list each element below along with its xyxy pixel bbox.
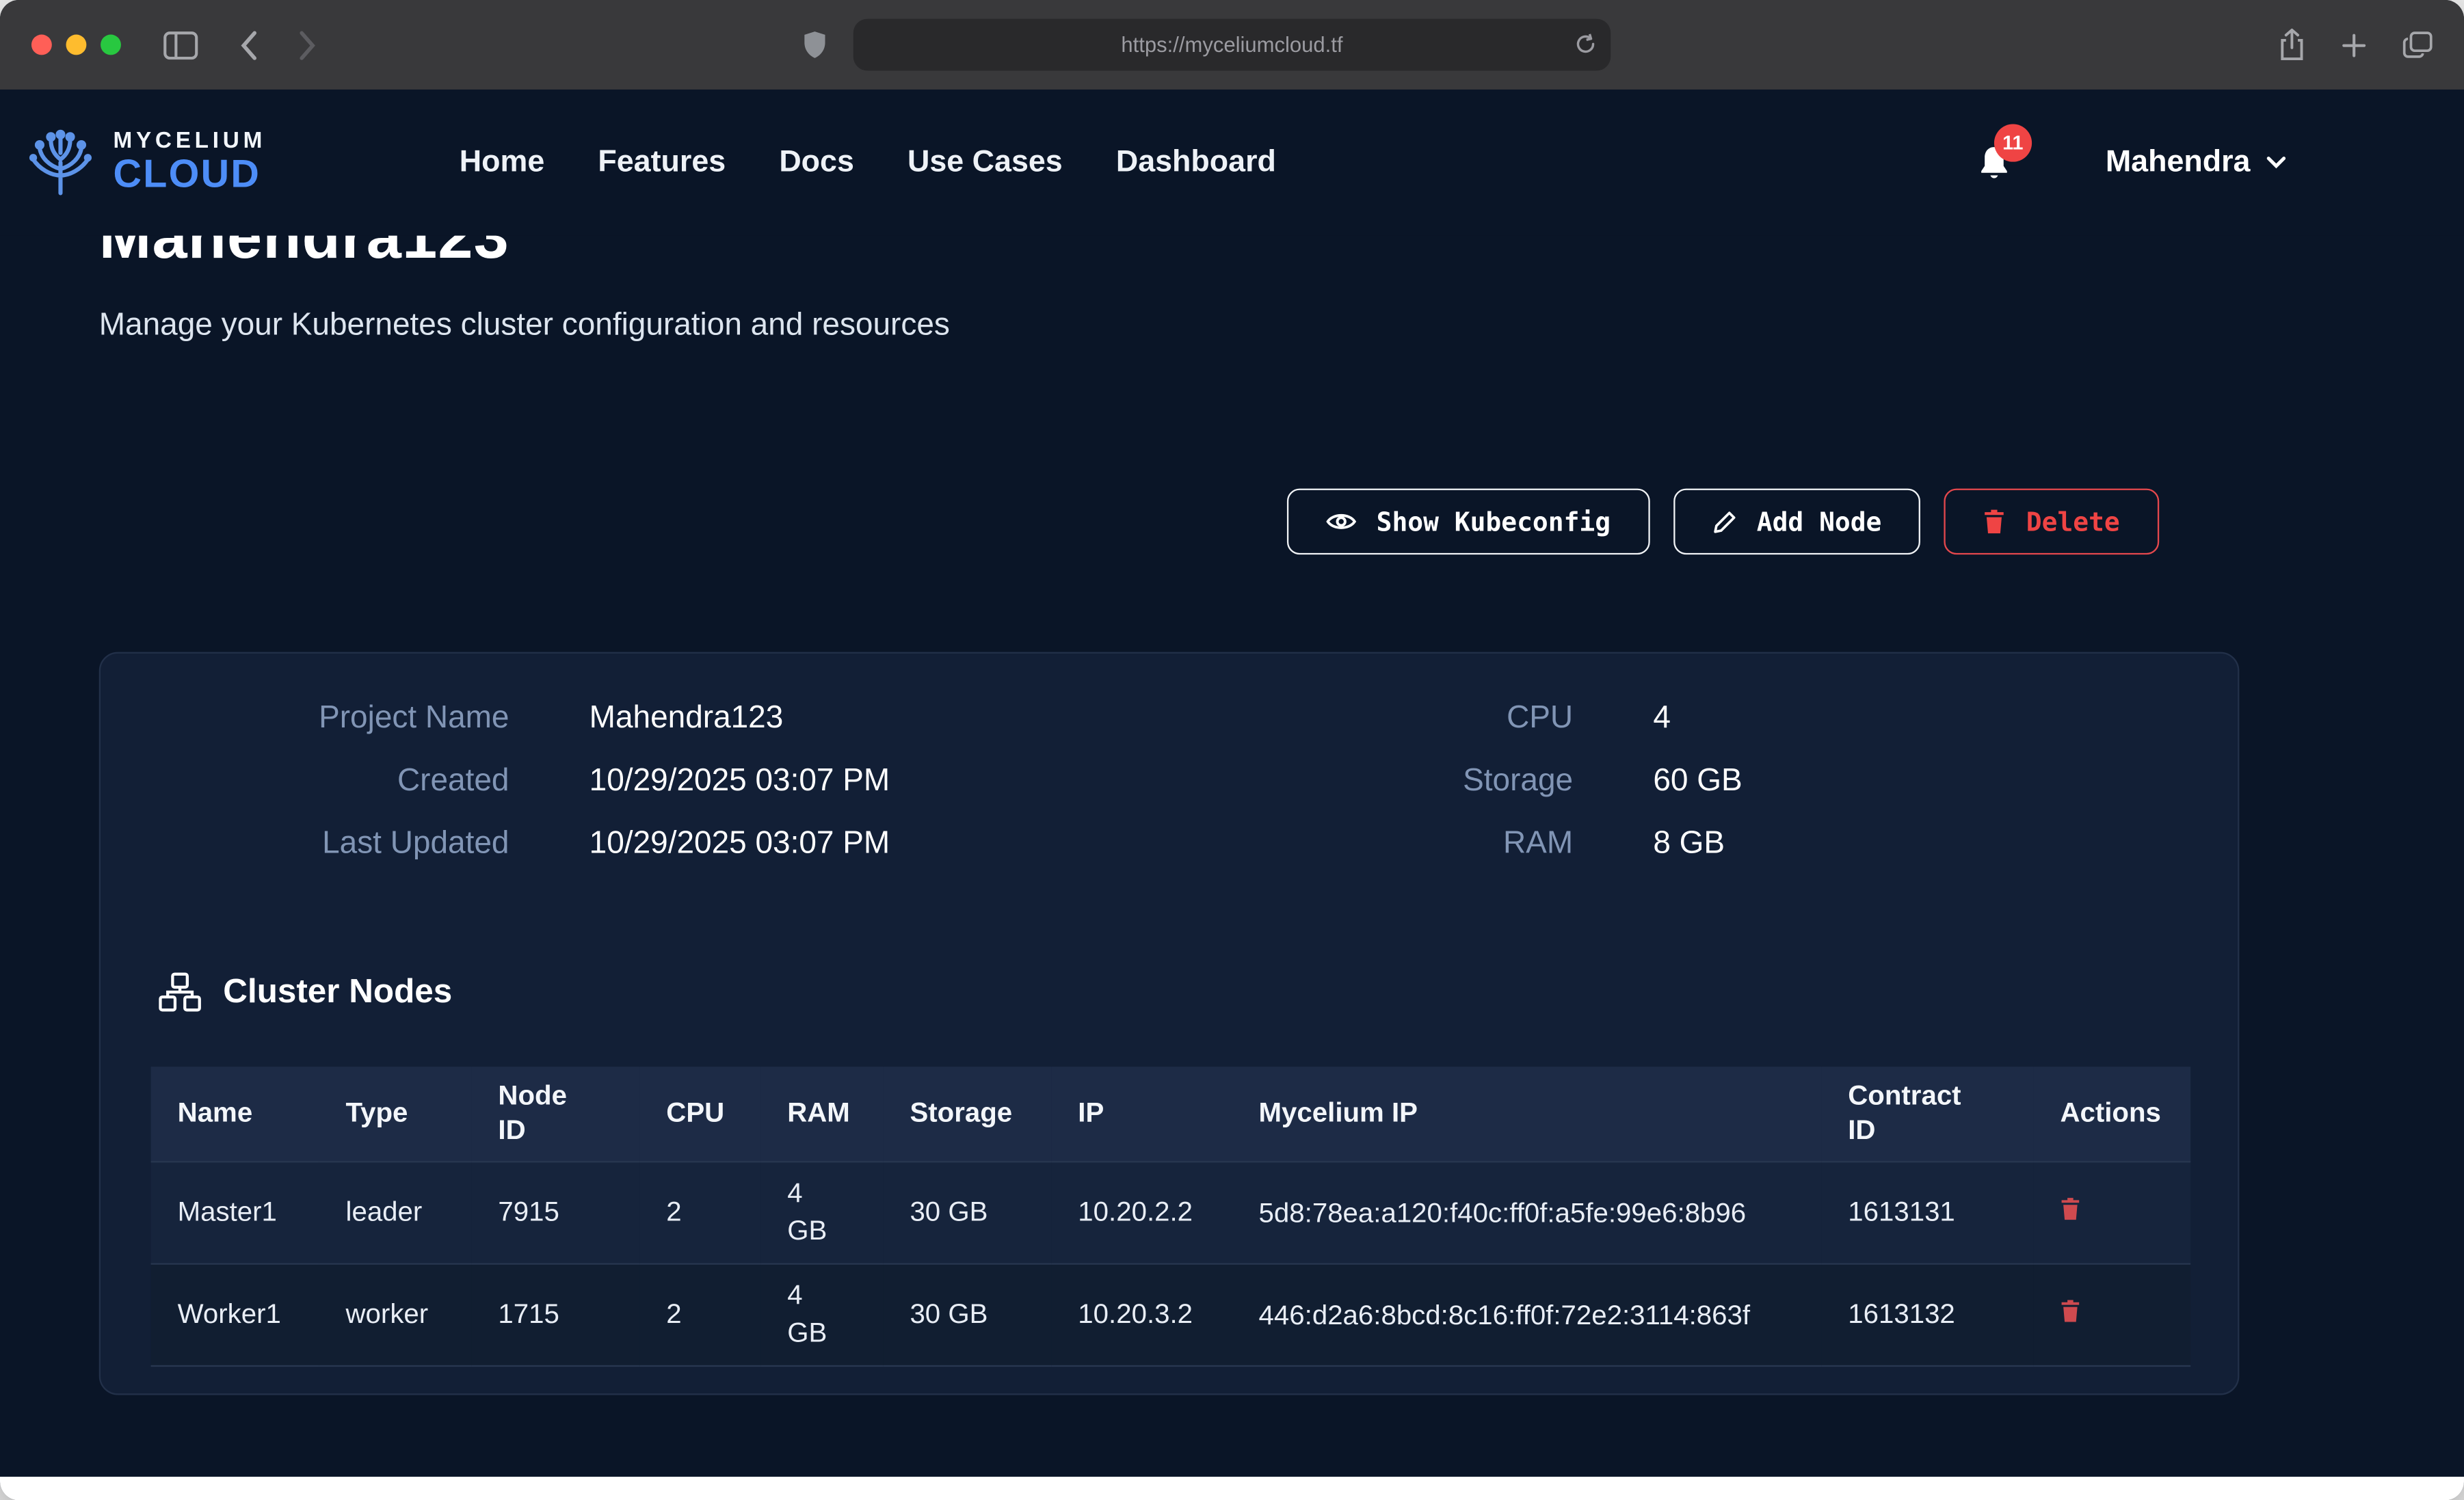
cell-node-id: 7915 <box>471 1162 639 1263</box>
nodes-table: Name Type Node ID CPU RAM Storage IP Myc… <box>151 1067 2191 1366</box>
url-text: https://myceliumcloud.tf <box>1121 33 1342 56</box>
created-value: 10/29/2025 03:07 PM <box>589 764 890 800</box>
cell-cpu: 2 <box>639 1162 760 1263</box>
col-header-storage: Storage <box>883 1067 1051 1161</box>
cell-contract-id: 1613132 <box>1821 1263 2033 1365</box>
page-subtitle: Manage your Kubernetes cluster configura… <box>99 308 950 344</box>
window-controls <box>31 35 121 55</box>
logo-text-mycelium: MYCELIUM <box>113 130 266 152</box>
cluster-nodes-heading: Cluster Nodes <box>159 972 452 1011</box>
browser-chrome: https://myceliumcloud.tf <box>0 0 2464 91</box>
table-row: Worker1 worker 1715 2 4 GB 30 GB 10.20.3… <box>151 1263 2191 1365</box>
delete-node-icon[interactable] <box>2060 1300 2080 1323</box>
user-name: Mahendra <box>2106 144 2251 180</box>
cpu-value: 4 <box>1653 701 1742 737</box>
cell-ram: 4 GB <box>760 1162 883 1263</box>
cluster-details-card: Project Name Mahendra123 Created 10/29/2… <box>99 652 2240 1395</box>
chevron-down-icon <box>2266 155 2286 170</box>
mycelium-tree-icon <box>23 127 97 198</box>
add-node-button[interactable]: Add Node <box>1673 489 1921 555</box>
eye-icon <box>1326 511 1356 533</box>
minimize-window-button[interactable] <box>66 35 87 55</box>
col-header-ip: IP <box>1051 1067 1232 1161</box>
share-icon[interactable] <box>2279 28 2305 61</box>
col-header-type: Type <box>319 1067 471 1161</box>
show-kubeconfig-button[interactable]: Show Kubeconfig <box>1287 489 1650 555</box>
resource-info: CPU 4 Storage 60 GB RAM 8 GB <box>1201 701 1743 863</box>
cell-type: worker <box>319 1263 471 1365</box>
table-header-row: Name Type Node ID CPU RAM Storage IP Myc… <box>151 1067 2191 1161</box>
nav-item-features[interactable]: Features <box>598 144 726 180</box>
sidebar-toggle-icon[interactable] <box>163 31 198 59</box>
brand-logo[interactable]: MYCELIUM CLOUD <box>23 127 266 198</box>
zoom-window-button[interactable] <box>101 35 121 55</box>
cell-actions <box>2033 1263 2190 1365</box>
col-header-contract-id: Contract ID <box>1821 1067 2033 1161</box>
col-header-node-id: Node ID <box>471 1067 639 1161</box>
last-updated-value: 10/29/2025 03:07 PM <box>589 827 890 863</box>
back-button-icon[interactable] <box>239 29 258 61</box>
col-header-actions: Actions <box>2033 1067 2190 1161</box>
url-bar[interactable]: https://myceliumcloud.tf <box>853 19 1611 71</box>
col-header-mycelium-ip: Mycelium IP <box>1232 1067 1821 1161</box>
cell-type: leader <box>319 1162 471 1263</box>
ram-value: 8 GB <box>1653 827 1742 863</box>
storage-value: 60 GB <box>1653 764 1742 800</box>
close-window-button[interactable] <box>31 35 52 55</box>
cell-storage: 30 GB <box>883 1263 1051 1365</box>
user-menu[interactable]: Mahendra <box>2106 144 2287 180</box>
cell-cpu: 2 <box>639 1263 760 1365</box>
project-name-value: Mahendra123 <box>589 701 890 737</box>
cell-ip: 10.20.3.2 <box>1051 1263 1232 1365</box>
cluster-nodes-icon <box>159 972 201 1011</box>
reload-icon[interactable] <box>1574 33 1596 55</box>
top-navigation: MYCELIUM CLOUD Home Features Docs Use Ca… <box>0 90 2464 236</box>
ram-label: RAM <box>1201 827 1574 863</box>
project-info: Project Name Mahendra123 Created 10/29/2… <box>101 701 890 863</box>
table-row: Master1 leader 7915 2 4 GB 30 GB 10.20.2… <box>151 1162 2191 1263</box>
notification-badge: 11 <box>1994 123 2032 161</box>
cell-node-id: 1715 <box>471 1263 639 1365</box>
delete-cluster-button[interactable]: Delete <box>1944 489 2159 555</box>
cell-contract-id: 1613131 <box>1821 1162 2033 1263</box>
tab-overview-icon[interactable] <box>2402 31 2433 58</box>
cell-storage: 30 GB <box>883 1162 1051 1263</box>
browser-window: https://myceliumcloud.tf Mahendra123 Man… <box>0 0 2464 1500</box>
nav-item-dashboard[interactable]: Dashboard <box>1116 144 1276 180</box>
col-header-name: Name <box>151 1067 319 1161</box>
project-name-label: Project Name <box>101 701 509 737</box>
notifications-button[interactable]: 11 <box>1976 144 2011 181</box>
nav-links: Home Features Docs Use Cases Dashboard <box>460 144 1276 180</box>
col-header-cpu: CPU <box>639 1067 760 1161</box>
forward-button-icon[interactable] <box>299 29 318 61</box>
cell-mycelium-ip: 5d8:78ea:a120:f40c:ff0f:a5fe:99e6:8b96 <box>1232 1162 1821 1263</box>
created-label: Created <box>101 764 509 800</box>
cell-mycelium-ip: 446:d2a6:8bcd:8c16:ff0f:72e2:3114:863f <box>1232 1263 1821 1365</box>
cpu-label: CPU <box>1201 701 1574 737</box>
cell-actions <box>2033 1162 2190 1263</box>
cluster-actions: Show Kubeconfig Add Node Delete <box>1287 489 2160 555</box>
cell-name: Worker1 <box>151 1263 319 1365</box>
cell-name: Master1 <box>151 1162 319 1263</box>
nav-item-home[interactable]: Home <box>460 144 545 180</box>
trash-icon <box>1984 509 2006 534</box>
new-tab-icon[interactable] <box>2342 32 2367 57</box>
last-updated-label: Last Updated <box>101 827 509 863</box>
logo-text-cloud: CLOUD <box>113 156 266 195</box>
storage-label: Storage <box>1201 764 1574 800</box>
nav-item-docs[interactable]: Docs <box>779 144 854 180</box>
window-bottom-edge <box>0 1477 2464 1500</box>
nav-item-use-cases[interactable]: Use Cases <box>908 144 1063 180</box>
delete-node-icon[interactable] <box>2060 1198 2080 1221</box>
cell-ram: 4 GB <box>760 1263 883 1365</box>
cell-ip: 10.20.2.2 <box>1051 1162 1232 1263</box>
privacy-shield-icon[interactable] <box>803 30 826 60</box>
pencil-icon <box>1712 510 1736 533</box>
col-header-ram: RAM <box>760 1067 883 1161</box>
